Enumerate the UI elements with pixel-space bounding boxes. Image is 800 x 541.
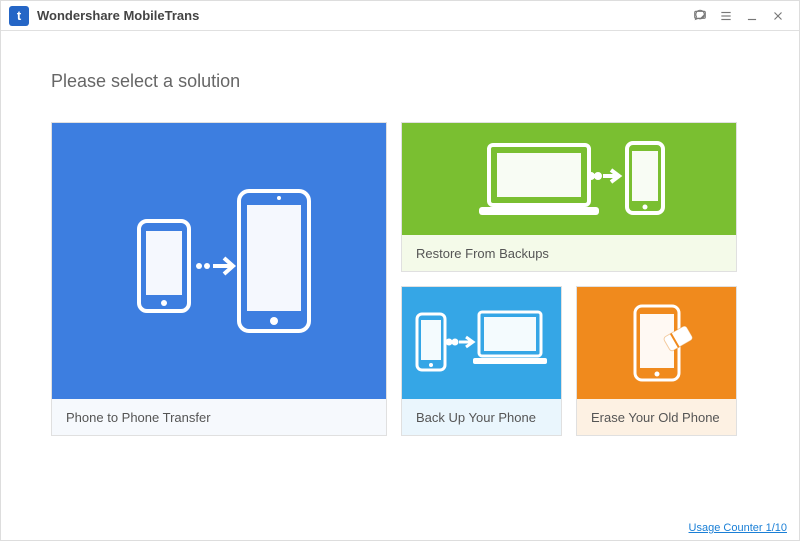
app-title: Wondershare MobileTrans — [37, 8, 199, 23]
restore-icon — [402, 123, 736, 235]
card-phone-to-phone[interactable]: Phone to Phone Transfer — [51, 122, 387, 436]
backup-icon — [402, 287, 561, 399]
card-label: Restore From Backups — [402, 235, 736, 271]
card-label: Phone to Phone Transfer — [52, 399, 386, 435]
phone-to-phone-icon — [52, 123, 386, 399]
page-heading: Please select a solution — [51, 71, 749, 92]
usage-counter-link[interactable]: Usage Counter 1/10 — [689, 522, 787, 534]
content-area: Please select a solution — [1, 31, 799, 436]
logo-letter: t — [17, 8, 21, 23]
titlebar: t Wondershare MobileTrans — [1, 1, 799, 31]
card-backup[interactable]: Back Up Your Phone — [401, 286, 562, 436]
card-label: Back Up Your Phone — [402, 399, 561, 435]
bottom-right-split: Back Up Your Phone — [401, 286, 737, 436]
app-logo: t — [9, 6, 29, 26]
minimize-button[interactable] — [739, 3, 765, 29]
close-button[interactable] — [765, 3, 791, 29]
feedback-button[interactable] — [687, 3, 713, 29]
card-restore[interactable]: Restore From Backups — [401, 122, 737, 272]
menu-button[interactable] — [713, 3, 739, 29]
card-label: Erase Your Old Phone — [577, 399, 736, 435]
erase-icon — [577, 287, 736, 399]
solution-grid: Phone to Phone Transfer — [51, 122, 749, 436]
card-erase[interactable]: Erase Your Old Phone — [576, 286, 737, 436]
